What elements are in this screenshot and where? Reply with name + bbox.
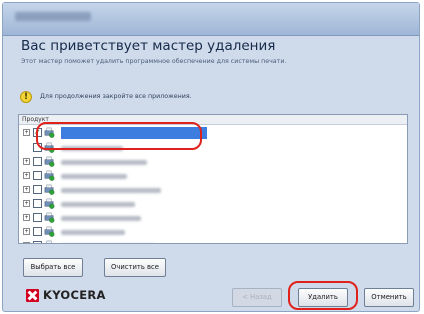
title-bar[interactable] [3, 3, 419, 36]
printer-icon [44, 212, 55, 223]
product-row[interactable]: + [19, 211, 407, 226]
product-row[interactable]: + [19, 239, 407, 243]
printer-icon [44, 226, 55, 237]
warning-text: Для продолжения закройте все приложения. [40, 93, 192, 100]
product-name [61, 202, 135, 207]
product-name [61, 174, 127, 179]
product-checkbox[interactable] [33, 227, 42, 236]
product-row[interactable]: + [19, 169, 407, 184]
product-name [61, 230, 125, 235]
expand-icon[interactable]: + [23, 172, 30, 179]
product-row[interactable]: + [19, 225, 407, 240]
printer-icon [46, 240, 52, 243]
kyocera-logo-text: KYOCERA [43, 288, 106, 302]
back-button[interactable]: < Назад [232, 288, 282, 307]
product-list[interactable]: Продукт +✓+++++++ [18, 114, 408, 244]
product-checkbox[interactable] [33, 185, 42, 194]
product-name [61, 160, 147, 165]
product-checkbox[interactable] [33, 199, 42, 208]
printer-icon [44, 156, 55, 167]
printer-icon [44, 170, 55, 181]
expand-icon[interactable]: + [23, 242, 30, 243]
expand-icon[interactable]: + [23, 200, 30, 207]
product-checkbox[interactable] [33, 143, 42, 152]
wizard-subtitle: Этот мастер поможет удалить программное … [21, 58, 287, 65]
window-title-blurred [15, 12, 91, 21]
expand-icon[interactable]: + [23, 186, 30, 193]
product-name [61, 127, 207, 139]
product-name [61, 188, 161, 193]
product-checkbox[interactable] [33, 213, 42, 222]
printer-icon [44, 184, 55, 195]
product-name [61, 216, 141, 221]
wizard-heading: Вас приветствует мастер удаления [21, 38, 276, 54]
printer-icon [44, 198, 55, 209]
printer-icon [44, 127, 55, 138]
warning-icon: ! [20, 91, 32, 103]
product-column-header[interactable]: Продукт [19, 115, 407, 125]
product-row[interactable]: + ✓ [19, 126, 407, 141]
product-row[interactable]: + [19, 183, 407, 198]
cancel-button[interactable]: Отменить [364, 288, 414, 307]
product-checkbox[interactable] [33, 171, 42, 180]
expand-icon[interactable]: + [23, 214, 30, 221]
product-row[interactable] [19, 141, 407, 156]
product-row[interactable]: + [19, 197, 407, 212]
select-all-button[interactable]: Выбрать все [23, 258, 83, 277]
remove-button[interactable]: Удалить [298, 288, 348, 307]
product-row[interactable]: + [19, 155, 407, 170]
product-name [61, 146, 123, 151]
product-checkbox[interactable]: ✓ [33, 128, 42, 137]
printer-icon [44, 142, 55, 153]
expand-icon[interactable]: + [23, 129, 30, 136]
clear-all-button[interactable]: Очистить все [104, 258, 166, 277]
kyocera-logo-icon [26, 289, 39, 302]
expand-icon[interactable]: + [23, 158, 30, 165]
product-checkbox[interactable] [33, 241, 42, 243]
product-checkbox[interactable] [33, 157, 42, 166]
expand-icon[interactable]: + [23, 228, 30, 235]
